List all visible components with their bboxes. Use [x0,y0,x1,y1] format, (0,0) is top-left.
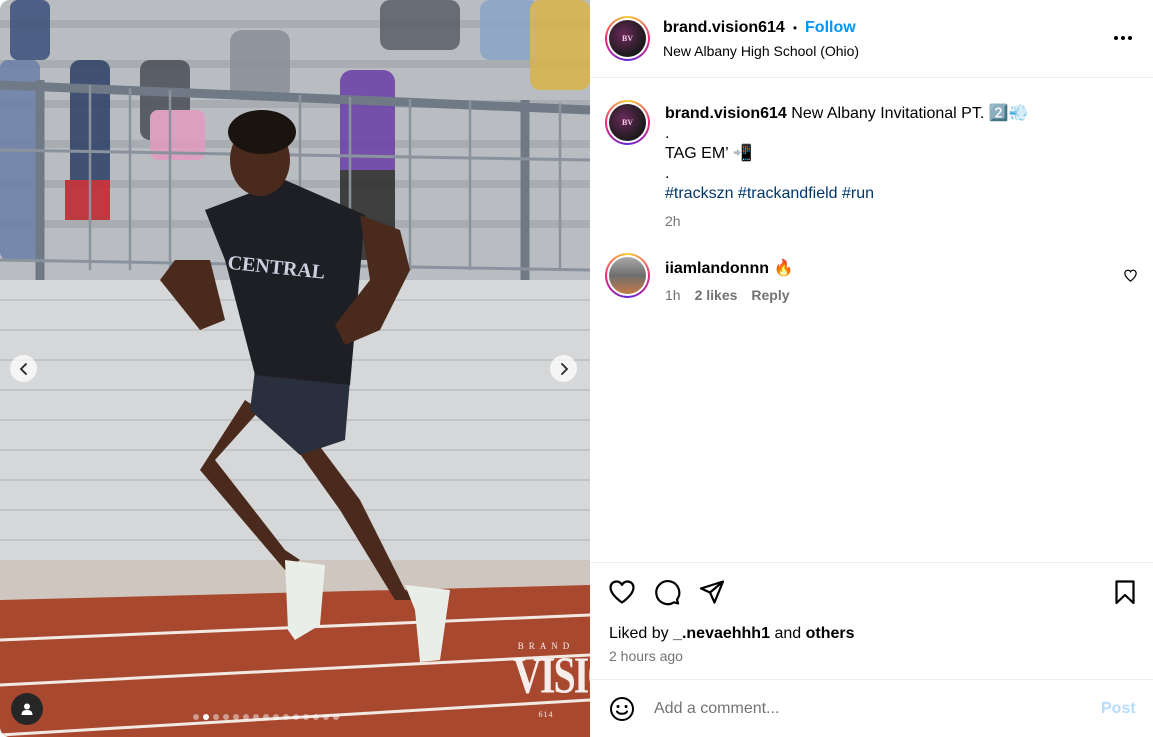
liked-by-user[interactable]: _.nevaehhh1 [673,625,770,642]
chevron-right-icon [560,362,568,375]
post-actions: Liked by _.nevaehhh1 and others 2 hours … [590,562,1153,680]
liked-by-conjunction: and [774,625,802,642]
emoji-icon[interactable] [609,696,635,722]
author-line: brand.vision614 • Follow [663,19,856,37]
caption-line: TAG EM’ 📲 [665,145,753,162]
comment-heart-icon[interactable] [1123,268,1138,283]
user-tag-icon [21,703,33,715]
follow-button[interactable]: Follow [805,19,856,37]
comment-composer: Post [590,679,1153,737]
post-comment-button[interactable]: Post [1101,700,1136,718]
carousel-dot [253,714,259,720]
runner-photo: CENTRAL [0,0,590,737]
carousel-dot [203,714,209,720]
caption-username[interactable]: brand.vision614 [665,105,787,122]
reply-button[interactable]: Reply [751,287,789,303]
caption-author-avatar[interactable]: BV [605,100,650,145]
author-avatar[interactable]: BV [605,16,650,61]
hashtag-link[interactable]: #trackszn [665,185,733,202]
post-caption: brand.vision614 New Albany Invitational … [665,104,1135,204]
chevron-left-icon [19,362,27,375]
brand-watermark: BRAND VISION 614 [513,641,590,721]
watermark-main: VISION [513,645,590,705]
comment-likes[interactable]: 2 likes [695,287,738,303]
commenter-avatar[interactable] [605,253,650,298]
carousel-dot [283,714,289,720]
post-header: BV brand.vision614 • Follow New Albany H… [590,0,1153,78]
hashtag-link[interactable]: #run [842,185,874,202]
carousel-dot [263,714,269,720]
commenter-username[interactable]: iiamlandonnn [665,260,769,277]
caption-dot: . [665,165,670,182]
author-username[interactable]: brand.vision614 [663,19,785,37]
tagged-users-button[interactable] [11,693,43,725]
comment-meta: 1h 2 likes Reply [665,287,790,303]
separator-dot: • [792,21,798,35]
carousel-dot [323,714,329,720]
comment-text: 🔥 [773,260,794,277]
caption-title: New Albany Invitational PT. 2️⃣💨 [791,105,1029,122]
carousel-indicator [193,714,339,720]
comment-item: iiamlandonnn 🔥 [665,258,793,278]
next-image-button[interactable] [550,355,577,382]
watermark-number: 614 [538,710,554,719]
comment-input[interactable] [654,698,1074,720]
comment-icon[interactable] [653,578,681,606]
post-timestamp[interactable]: 2 hours ago [609,648,683,664]
carousel-dot [213,714,219,720]
heart-icon[interactable] [608,578,636,606]
comment-time[interactable]: 1h [665,287,681,303]
carousel-dot [193,714,199,720]
liked-by-prefix: Liked by [609,625,669,642]
liked-by-others[interactable]: others [806,625,855,642]
post-modal: CENTRAL BRAND VISION 614 BV [0,0,1153,737]
carousel-dot [293,714,299,720]
hashtag-list: #trackszn #trackandfield #run [665,184,1135,204]
caption-timestamp[interactable]: 2h [665,213,681,229]
carousel-dot [233,714,239,720]
carousel-dot [273,714,279,720]
carousel-dot [243,714,249,720]
hashtag-link[interactable]: #trackandfield [738,185,838,202]
previous-image-button[interactable] [10,355,37,382]
bookmark-icon[interactable] [1111,578,1139,606]
carousel-dot [223,714,229,720]
more-horizontal-icon[interactable] [1110,26,1136,50]
caption-dot: . [665,125,670,142]
liked-by: Liked by _.nevaehhh1 and others [609,625,855,643]
post-media[interactable]: CENTRAL BRAND VISION 614 [0,0,590,737]
carousel-dot [313,714,319,720]
share-icon[interactable] [698,578,726,606]
carousel-dot [333,714,339,720]
post-details-panel: BV brand.vision614 • Follow New Albany H… [590,0,1153,737]
post-location[interactable]: New Albany High School (Ohio) [663,43,859,59]
carousel-dot [303,714,309,720]
